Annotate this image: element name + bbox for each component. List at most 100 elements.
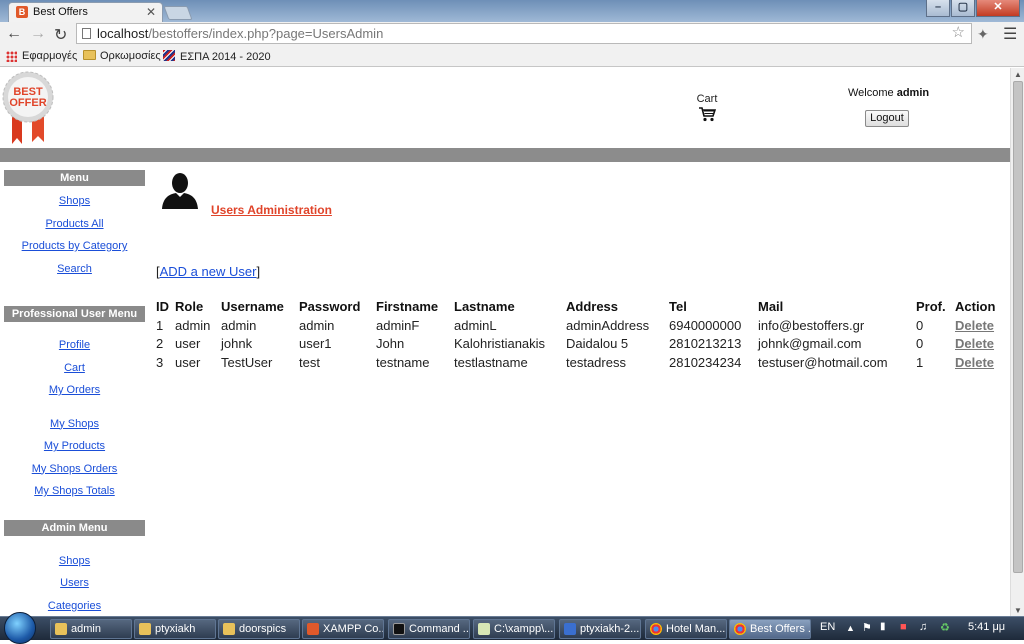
cell-mail: johnk@gmail.com — [758, 336, 862, 352]
start-button[interactable] — [4, 612, 36, 644]
cell-lastname: Kalohristianakis — [454, 336, 546, 352]
taskbar-item-hotel-manager[interactable]: Hotel Man... — [645, 619, 727, 639]
col-header-tel: Tel — [669, 298, 687, 314]
taskbar-item-doorspics[interactable]: doorspics — [218, 619, 300, 639]
add-new-user-link[interactable]: ADD a new User — [160, 264, 257, 279]
sidebar-link-products-all[interactable]: Products All — [4, 213, 145, 236]
col-header-address: Address — [566, 298, 619, 314]
cell-firstname: John — [376, 336, 405, 352]
delete-user-link[interactable]: Delete — [955, 336, 994, 351]
cell-username: TestUser — [221, 354, 273, 370]
power-icon[interactable]: ■ — [900, 621, 907, 633]
sidebar-link-my-shops[interactable]: My Shops — [4, 413, 145, 436]
page-icon — [82, 28, 91, 39]
new-tab-button[interactable] — [163, 6, 193, 20]
taskbar-item-xampp-folder[interactable]: C:\xampp\... — [473, 619, 555, 639]
cell-id: 1 — [156, 317, 164, 333]
users-administration-title[interactable]: Users Administration — [211, 203, 332, 217]
taskbar-item-label: Best Offers ... — [750, 623, 811, 635]
language-indicator[interactable]: EN — [820, 621, 835, 633]
forward-arrow-icon[interactable]: → — [30, 25, 46, 43]
sidebar-link-my-orders[interactable]: My Orders — [4, 379, 145, 402]
taskbar-item-label: Command ... — [409, 623, 470, 635]
cell-id: 2 — [156, 336, 164, 352]
url-host: localhost — [97, 26, 149, 41]
clock[interactable]: 5:41 μμ — [968, 621, 1005, 633]
page-scrollbar[interactable]: ▲ ▼ — [1010, 68, 1024, 616]
tab-close-icon[interactable]: ✕ — [146, 3, 156, 21]
taskbar-item-admin[interactable]: admin — [50, 619, 132, 639]
bookmark-folder-label: Ορκωμοσίες — [100, 50, 161, 62]
sync-icon[interactable]: ♻ — [940, 621, 950, 634]
cell-firstname: testname — [376, 354, 430, 370]
sidebar-link-my-products[interactable]: My Products — [4, 435, 145, 458]
scroll-thumb[interactable] — [1013, 81, 1023, 573]
sidebar-link-shops[interactable]: Shops — [4, 190, 145, 213]
chrome-icon — [734, 623, 746, 635]
sidebar-link-admin-shops[interactable]: Shops — [4, 550, 145, 573]
logout-button[interactable]: Logout — [865, 110, 909, 127]
volume-icon[interactable]: ♫ — [919, 621, 927, 633]
header-cart-label: Cart — [696, 93, 718, 105]
hamburger-menu-icon[interactable]: ☰ — [1003, 24, 1017, 44]
extension-icon[interactable]: ✦ — [977, 26, 989, 43]
reload-icon[interactable]: ↻ — [54, 25, 67, 45]
browser-tab-best-offers[interactable]: B Best Offers ✕ — [8, 2, 163, 22]
header-cart-link[interactable]: Cart — [694, 93, 720, 122]
taskbar-item-best-offers[interactable]: Best Offers ... — [729, 619, 811, 639]
window-controls: – ▢ ✕ — [926, 0, 1020, 18]
bookmark-apps[interactable]: Εφαρμογές — [22, 50, 77, 62]
svg-text:OFFER: OFFER — [9, 97, 46, 109]
folder-icon — [55, 623, 67, 635]
cell-lastname: testlastname — [454, 354, 528, 370]
minimize-button[interactable]: – — [926, 0, 950, 17]
network-signal-icon[interactable]: ▮ — [880, 621, 886, 632]
cell-tel: 2810234234 — [669, 354, 742, 370]
taskbar-item-xampp[interactable]: XAMPP Co... — [302, 619, 384, 639]
scroll-up-arrow-icon[interactable]: ▲ — [1014, 70, 1022, 79]
sidebar-link-search[interactable]: Search — [4, 258, 145, 281]
cell-tel: 2810213213 — [669, 336, 742, 352]
tab-title: Best Offers — [33, 6, 88, 18]
sidebar-link-profile[interactable]: Profile — [4, 334, 145, 357]
close-window-button[interactable]: ✕ — [976, 0, 1020, 17]
table-row: 1 admin admin admin adminF adminL adminA… — [156, 316, 1005, 335]
taskbar-item-label: admin — [71, 623, 101, 635]
cell-role: admin — [175, 317, 211, 333]
cell-address: Daidalou 5 — [566, 336, 629, 352]
col-header-prof: Prof. — [916, 298, 946, 314]
taskbar-item-command[interactable]: Command ... — [388, 619, 470, 639]
scroll-down-arrow-icon[interactable]: ▼ — [1014, 606, 1022, 615]
sidebar-link-admin-users[interactable]: Users — [4, 572, 145, 595]
cell-role: user — [175, 354, 201, 370]
address-bar[interactable]: localhost/bestoffers/index.php?page=User… — [76, 23, 972, 44]
welcome-prefix: Welcome — [848, 87, 897, 99]
taskbar-item-ptyxiakh-doc[interactable]: ptyxiakh-2... — [559, 619, 641, 639]
bookmark-folder[interactable]: Ορκωμοσίες — [83, 50, 161, 62]
col-header-id: ID — [156, 298, 169, 314]
col-header-lastname: Lastname — [454, 298, 515, 314]
sidebar-link-products-by-category[interactable]: Products by Category — [4, 235, 145, 258]
taskbar-item-ptyxiakh[interactable]: ptyxiakh — [134, 619, 216, 639]
sidebar-link-my-shops-orders[interactable]: My Shops Orders — [4, 458, 145, 481]
delete-user-link[interactable]: Delete — [955, 318, 994, 333]
tray-expand-icon[interactable]: ▲ — [846, 623, 855, 633]
bookmark-star-icon[interactable]: ☆ — [952, 23, 965, 42]
folder-icon — [223, 623, 235, 635]
cell-username: admin — [221, 317, 257, 333]
col-header-firstname: Firstname — [376, 298, 439, 314]
bookmark-espa[interactable]: ΕΣΠΑ 2014 - 2020 — [163, 50, 271, 63]
back-arrow-icon[interactable]: ← — [6, 25, 22, 43]
cell-tel: 6940000000 — [669, 317, 742, 333]
user-silhouette-icon — [162, 173, 198, 209]
sidebar-link-cart[interactable]: Cart — [4, 357, 145, 380]
delete-user-link[interactable]: Delete — [955, 355, 994, 370]
maximize-button[interactable]: ▢ — [951, 0, 975, 17]
terminal-icon — [393, 623, 405, 635]
col-header-mail: Mail — [758, 298, 784, 314]
flag-icon[interactable]: ⚑ — [862, 621, 872, 634]
taskbar-item-label: ptyxiakh-2... — [580, 623, 640, 635]
best-offer-logo[interactable]: BEST OFFER — [2, 70, 54, 144]
espa-logo-icon — [163, 50, 175, 61]
sidebar-link-my-shops-totals[interactable]: My Shops Totals — [4, 480, 145, 503]
